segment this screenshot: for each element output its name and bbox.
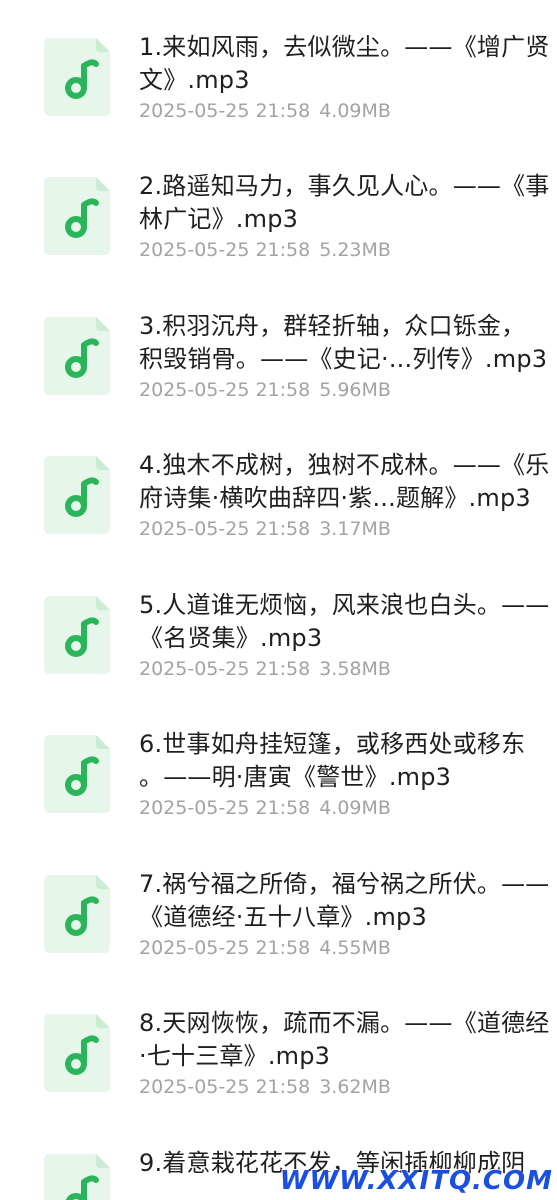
file-name: 7.祸兮福之所倚，福兮祸之所伏。—— (139, 870, 550, 898)
music-file-icon (44, 456, 110, 534)
file-name-continued: 。——明·唐寅《警世》.mp3 (139, 763, 452, 791)
file-size: 3.58MB (319, 658, 391, 680)
file-list-item[interactable]: 5.人道谁无烦恼，风来浪也白头。—— 《名贤集》.mp3 2025-05-25 … (0, 558, 557, 697)
file-size: 3.62MB (319, 1076, 391, 1098)
file-size: 4.55MB (319, 937, 391, 959)
file-size: 4.09MB (319, 100, 391, 122)
file-name: 3.积羽沉舟，群轻折轴，众口铄金， (139, 312, 526, 340)
file-date: 2025-05-25 21:58 (139, 518, 311, 540)
file-date: 2025-05-25 21:58 (139, 937, 311, 959)
file-meta: 2025-05-25 21:58 4.09MB (139, 795, 554, 821)
file-name-continued: ·七十三章》.mp3 (139, 1042, 331, 1070)
file-name-continued: 林广记》.mp3 (139, 205, 299, 233)
file-meta: 2025-05-25 21:58 5.23MB (139, 237, 554, 263)
file-meta: 2025-05-25 21:58 3.58MB (139, 656, 554, 682)
music-file-icon (44, 875, 110, 953)
music-file-icon (44, 177, 110, 255)
file-meta: 2025-05-25 21:58 3.62MB (139, 1074, 554, 1100)
file-date: 2025-05-25 21:58 (139, 239, 311, 261)
file-name-continued: 府诗集·横吹曲辞四·紫...题解》.mp3 (139, 484, 531, 512)
file-meta: 2025-05-25 21:58 4.09MB (139, 98, 554, 124)
music-file-icon (44, 1154, 110, 1200)
file-list-item[interactable]: 6.世事如舟挂短篷，或移西处或移东 。——明·唐寅《警世》.mp3 2025-0… (0, 697, 557, 836)
file-date: 2025-05-25 21:58 (139, 797, 311, 819)
file-size: 5.96MB (319, 379, 391, 401)
music-file-icon (44, 38, 110, 116)
file-name: 5.人道谁无烦恼，风来浪也白头。—— (139, 591, 550, 619)
music-file-icon (44, 596, 110, 674)
file-name-continued: 积毁销骨。——《史记·...列传》.mp3 (139, 345, 548, 373)
music-file-icon (44, 1014, 110, 1092)
file-name: 2.路遥知马力，事久见人心。——《事 (139, 172, 550, 200)
file-size: 3.17MB (319, 518, 391, 540)
file-name-continued: 文》.mp3 (139, 66, 250, 94)
file-size: 4.09MB (319, 797, 391, 819)
file-list-item[interactable]: 7.祸兮福之所倚，福兮祸之所伏。—— 《道德经·五十八章》.mp3 2025-0… (0, 837, 557, 976)
file-date: 2025-05-25 21:58 (139, 1076, 311, 1098)
file-meta: 2025-05-25 21:58 4.55MB (139, 935, 554, 961)
file-size: 5.23MB (319, 239, 391, 261)
file-date: 2025-05-25 21:58 (139, 379, 311, 401)
file-list-item[interactable]: 2.路遥知马力，事久见人心。——《事 林广记》.mp3 2025-05-25 2… (0, 139, 557, 278)
file-list-item[interactable]: 1.来如风雨，去似微尘。——《增广贤 文》.mp3 2025-05-25 21:… (0, 0, 557, 139)
file-name: 8.天网恢恢，疏而不漏。——《道德经 (139, 1009, 550, 1037)
file-list-item[interactable]: 4.独木不成树，独树不成林。——《乐 府诗集·横吹曲辞四·紫...题解》.mp3… (0, 418, 557, 557)
file-name-continued: 《道德经·五十八章》.mp3 (139, 903, 427, 931)
file-name-continued: 《名贤集》.mp3 (139, 624, 323, 652)
file-date: 2025-05-25 21:58 (139, 100, 311, 122)
file-list-item[interactable]: 3.积羽沉舟，群轻折轴，众口铄金， 积毁销骨。——《史记·...列传》.mp3 … (0, 279, 557, 418)
site-watermark: WWW.XXITQ.COM (279, 1166, 553, 1196)
file-name: 6.世事如舟挂短篷，或移西处或移东 (139, 730, 526, 758)
file-name: 4.独木不成树，独树不成林。——《乐 (139, 451, 550, 479)
file-meta: 2025-05-25 21:58 5.96MB (139, 377, 554, 403)
music-file-icon (44, 317, 110, 395)
music-file-icon (44, 735, 110, 813)
file-list-item[interactable]: 8.天网恢恢，疏而不漏。——《道德经 ·七十三章》.mp3 2025-05-25… (0, 976, 557, 1115)
file-list: 1.来如风雨，去似微尘。——《增广贤 文》.mp3 2025-05-25 21:… (0, 0, 557, 1200)
file-date: 2025-05-25 21:58 (139, 658, 311, 680)
file-meta: 2025-05-25 21:58 3.17MB (139, 516, 554, 542)
file-name: 1.来如风雨，去似微尘。——《增广贤 (139, 33, 550, 61)
